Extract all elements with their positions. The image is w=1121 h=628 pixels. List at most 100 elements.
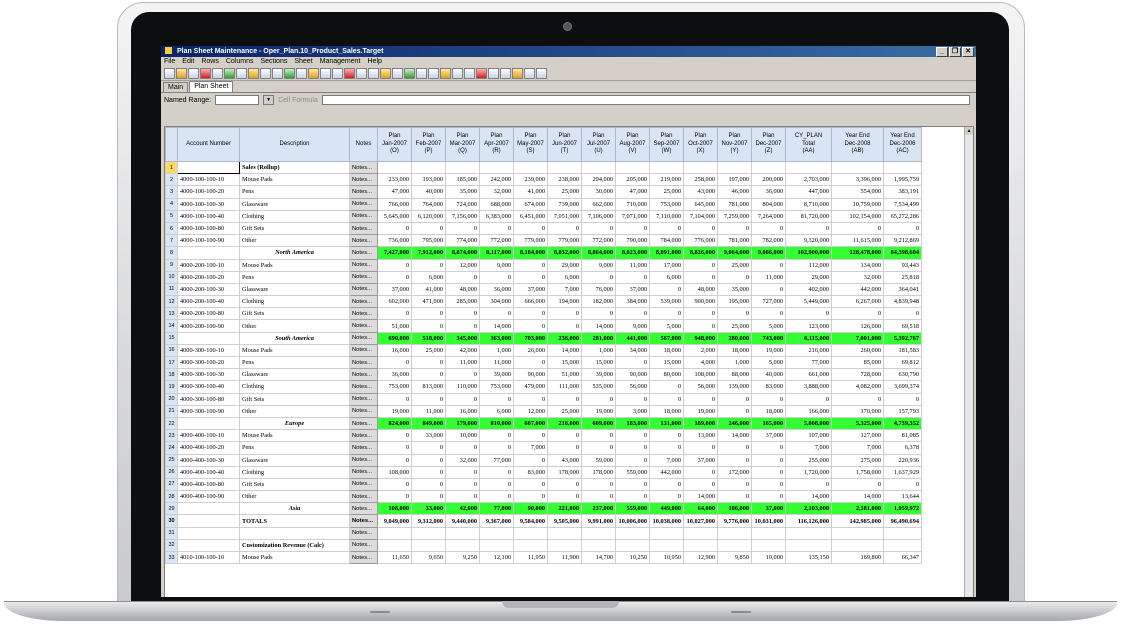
value-cell[interactable]: 804,000: [751, 197, 786, 211]
value-cell[interactable]: 630,790: [883, 368, 922, 382]
header-month-6[interactable]: Plan Jul-2007 (U): [581, 127, 616, 162]
value-cell[interactable]: 197,000: [717, 173, 752, 187]
value-cell[interactable]: 0: [615, 453, 650, 467]
restore-button[interactable]: ❐: [949, 47, 961, 57]
row-number[interactable]: 2: [165, 173, 178, 187]
value-cell[interactable]: [445, 526, 480, 540]
value-cell[interactable]: 384,000: [615, 295, 650, 309]
value-cell[interactable]: 25,000: [547, 185, 582, 199]
value-cell[interactable]: 186,000: [717, 502, 752, 516]
value-cell[interactable]: 9,312,000: [411, 514, 446, 528]
value-cell[interactable]: 0: [683, 477, 718, 492]
value-cell[interactable]: 205,000: [615, 173, 650, 187]
value-cell[interactable]: 4,839,948: [883, 295, 922, 309]
value-cell[interactable]: 0: [445, 441, 480, 455]
value-cell[interactable]: 13,000: [683, 429, 718, 443]
value-cell[interactable]: 25,000: [717, 258, 752, 272]
header-month-12[interactable]: CY_PLAN Total (AA): [785, 127, 832, 162]
value-cell[interactable]: 84,398,604: [883, 246, 922, 260]
value-cell[interactable]: 7,106,000: [581, 209, 616, 223]
toolbar-button-28[interactable]: [488, 68, 499, 79]
value-cell[interactable]: 9,320,000: [785, 234, 832, 248]
table-row[interactable]: 12 4000-200-100-40 Clothing Notes... 602,000…: [165, 295, 922, 309]
value-cell[interactable]: 0: [411, 221, 446, 236]
scroll-up-icon[interactable]: ▲: [965, 127, 973, 135]
value-cell[interactable]: 795,000: [411, 234, 446, 248]
value-cell[interactable]: 1,637,929: [883, 465, 922, 479]
value-cell[interactable]: 85,000: [831, 355, 884, 370]
value-cell[interactable]: 9,440,000: [445, 514, 480, 528]
account-number-cell[interactable]: 4000-300-100-80: [177, 392, 240, 406]
account-number-cell[interactable]: 4000-300-100-90: [177, 404, 240, 418]
header-month-3[interactable]: Plan Apr-2007 (R): [479, 127, 514, 162]
value-cell[interactable]: [445, 538, 480, 553]
table-row[interactable]: 17 4000-300-100-20 Pens Notes... 0 0 11,000 11,…: [165, 355, 922, 370]
value-cell[interactable]: [683, 160, 718, 175]
value-cell[interactable]: 772,000: [479, 234, 514, 248]
value-cell[interactable]: 83,000: [751, 380, 786, 394]
value-cell[interactable]: 2,181,000: [831, 502, 884, 516]
value-cell[interactable]: [751, 160, 786, 175]
value-cell[interactable]: 774,000: [445, 234, 480, 248]
description-cell[interactable]: Glassware: [239, 368, 350, 382]
description-cell[interactable]: Pens: [239, 185, 350, 199]
value-cell[interactable]: [581, 160, 616, 175]
value-cell[interactable]: 0: [411, 441, 446, 455]
value-cell[interactable]: 0: [547, 392, 582, 406]
value-cell[interactable]: 1,000: [717, 355, 752, 370]
value-cell[interactable]: 6,000: [547, 270, 582, 284]
value-cell[interactable]: 766,000: [377, 197, 412, 211]
value-cell[interactable]: 9,584,000: [513, 514, 548, 528]
toolbar-button-18[interactable]: [368, 68, 379, 79]
value-cell[interactable]: 364,041: [883, 282, 922, 297]
notes-button[interactable]: Notes...: [349, 465, 378, 479]
toolbar-button-21[interactable]: [404, 68, 415, 79]
value-cell[interactable]: 11,000: [445, 355, 480, 370]
value-cell[interactable]: 0: [377, 270, 412, 284]
value-cell[interactable]: 0: [717, 453, 752, 467]
table-row[interactable]: 1 Sales (Rollup) Notes...: [165, 160, 922, 175]
value-cell[interactable]: 275,000: [831, 453, 884, 467]
value-cell[interactable]: 6,120,000: [411, 209, 446, 223]
table-row[interactable]: 30 TOTALS Notes... 9,049,000 9,312,000 9,440,…: [165, 514, 922, 528]
value-cell[interactable]: 0: [479, 465, 514, 479]
value-cell[interactable]: 0: [717, 490, 752, 504]
value-cell[interactable]: 0: [717, 441, 752, 455]
table-row[interactable]: 14 4000-200-100-90 Other Notes... 51,000 0 0 14…: [165, 319, 922, 333]
value-cell[interactable]: [479, 526, 514, 540]
toolbar-button-6[interactable]: [224, 68, 235, 79]
value-cell[interactable]: 64,000: [683, 502, 718, 516]
value-cell[interactable]: 0: [411, 355, 446, 370]
value-cell[interactable]: 728,000: [831, 368, 884, 382]
value-cell[interactable]: 776,000: [683, 234, 718, 248]
table-row[interactable]: 19 4000-300-100-40 Clothing Notes... 753,000…: [165, 380, 922, 394]
table-row[interactable]: 31 Notes...: [165, 526, 922, 540]
value-cell[interactable]: [377, 538, 412, 553]
account-number-cell[interactable]: 4000-400-100-40: [177, 465, 240, 479]
value-cell[interactable]: 363,000: [479, 331, 514, 345]
value-cell[interactable]: 9,000: [479, 258, 514, 272]
header-description[interactable]: Description: [239, 127, 350, 162]
value-cell[interactable]: 90,000: [615, 368, 650, 382]
toolbar-button-5[interactable]: [212, 68, 223, 79]
table-row[interactable]: 13 4000-200-100-80 Gift Sets Notes... 0 0 0 0 0 0…: [165, 307, 922, 321]
value-cell[interactable]: 90,000: [513, 368, 548, 382]
value-cell[interactable]: 4,082,000: [831, 380, 884, 394]
chevron-down-icon[interactable]: ▼: [263, 95, 275, 105]
value-cell[interactable]: 39,000: [581, 368, 616, 382]
value-cell[interactable]: 59,000: [581, 453, 616, 467]
value-cell[interactable]: 14,000: [717, 429, 752, 443]
value-cell[interactable]: 0: [479, 307, 514, 321]
value-cell[interactable]: 15,000: [547, 355, 582, 370]
notes-button[interactable]: Notes...: [349, 526, 378, 540]
value-cell[interactable]: [751, 538, 786, 553]
description-cell[interactable]: North America: [239, 246, 350, 260]
row-number[interactable]: 15: [165, 331, 178, 345]
value-cell[interactable]: 0: [479, 270, 514, 284]
account-number-cell[interactable]: [177, 246, 240, 260]
value-cell[interactable]: 10,031,000: [751, 514, 786, 528]
description-cell[interactable]: Clothing: [239, 209, 350, 223]
value-cell[interactable]: [717, 526, 752, 540]
value-cell[interactable]: 9,650: [411, 550, 446, 565]
value-cell[interactable]: 0: [615, 221, 650, 236]
